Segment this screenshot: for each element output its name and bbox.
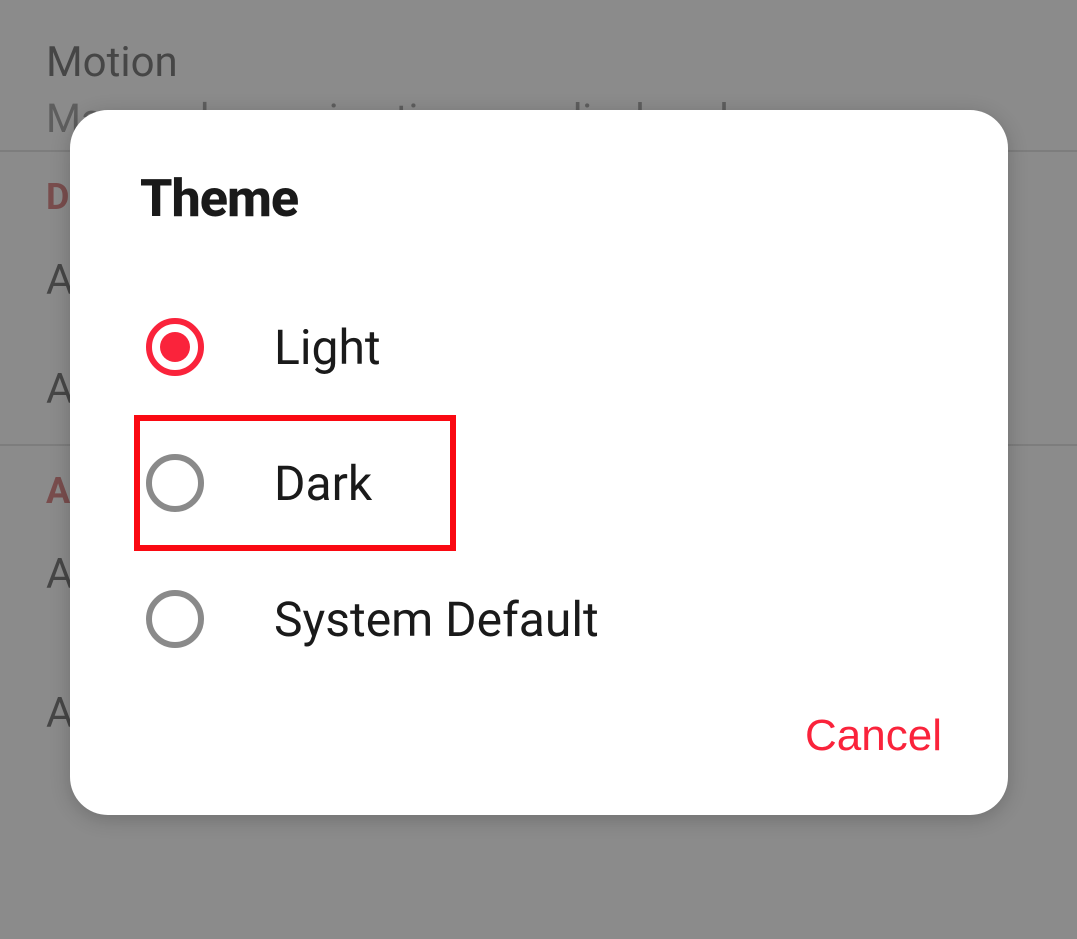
radio-label: Dark xyxy=(274,455,372,512)
dialog-footer: Cancel xyxy=(801,701,946,771)
radio-option-dark[interactable]: Dark xyxy=(140,415,938,551)
theme-dialog: Theme Light Dark System Default Cancel xyxy=(70,110,1008,815)
cancel-button[interactable]: Cancel xyxy=(801,701,946,771)
dialog-title: Theme xyxy=(140,168,938,229)
radio-option-light[interactable]: Light xyxy=(140,279,938,415)
radio-group: Light Dark System Default xyxy=(140,279,938,687)
radio-label: Light xyxy=(274,319,381,376)
radio-button-icon xyxy=(146,318,204,376)
radio-option-system-default[interactable]: System Default xyxy=(140,551,938,687)
radio-label: System Default xyxy=(274,591,599,648)
radio-button-icon xyxy=(146,454,204,512)
radio-button-icon xyxy=(146,590,204,648)
